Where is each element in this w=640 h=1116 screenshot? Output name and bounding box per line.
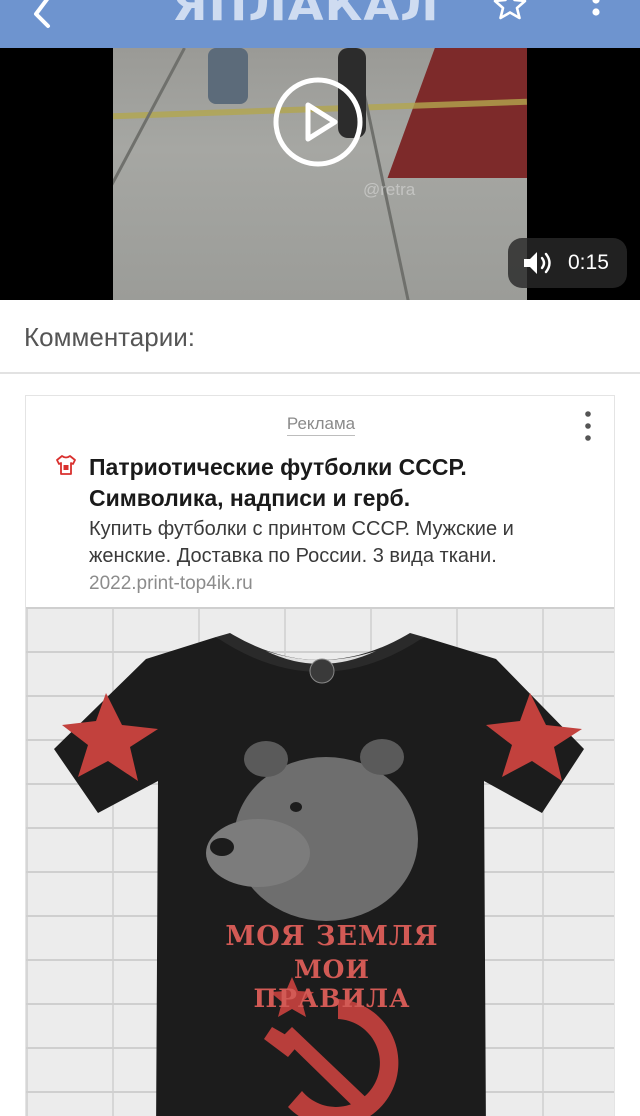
- tshirt-favicon-icon: [56, 455, 76, 475]
- ad-label[interactable]: Реклама: [286, 414, 356, 436]
- divider: [0, 372, 640, 374]
- video-duration: 0:15: [568, 251, 609, 274]
- site-logo[interactable]: ЯПЛАКАЛ: [172, 0, 487, 28]
- ad-card[interactable]: Реклама Патриотические футболки СССР. Си…: [25, 395, 615, 1116]
- chevron-left-icon[interactable]: [22, 0, 66, 36]
- shirt-print-line-2: МОИ ПРАВИЛА: [253, 955, 411, 1013]
- tshirt-illustration: [54, 633, 584, 1116]
- shirt-print-line-1: МОЯ ЗЕМЛЯ: [225, 921, 439, 952]
- kebab-icon[interactable]: [584, 0, 608, 24]
- video-scene-person: [208, 48, 248, 104]
- video-scene-rail: [113, 48, 186, 300]
- app-bar: ЯПЛАКАЛ: [0, 0, 640, 48]
- video-scene-wall: [387, 48, 527, 178]
- ad-label-row: Реклама: [26, 414, 616, 436]
- ad-description: Купить футболки с принтом СССР. Мужские …: [89, 518, 514, 567]
- video-player[interactable]: @retra 0:15: [0, 48, 640, 300]
- star-outline-icon[interactable]: [488, 0, 532, 28]
- video-watermark: @retra: [363, 180, 416, 199]
- ad-product-image[interactable]: МОЯ ЗЕМЛЯ МОИ ПРАВИЛА: [26, 607, 614, 1116]
- speaker-icon[interactable]: [522, 250, 554, 276]
- comments-heading: Комментарии:: [24, 322, 195, 352]
- ad-menu-icon[interactable]: [578, 410, 598, 442]
- ad-headline[interactable]: Патриотические футболки СССР. Символика,…: [89, 452, 589, 514]
- ad-url[interactable]: 2022.print-top4ik.ru: [89, 573, 253, 595]
- play-icon[interactable]: [272, 76, 364, 168]
- video-controls-pill[interactable]: 0:15: [508, 238, 627, 288]
